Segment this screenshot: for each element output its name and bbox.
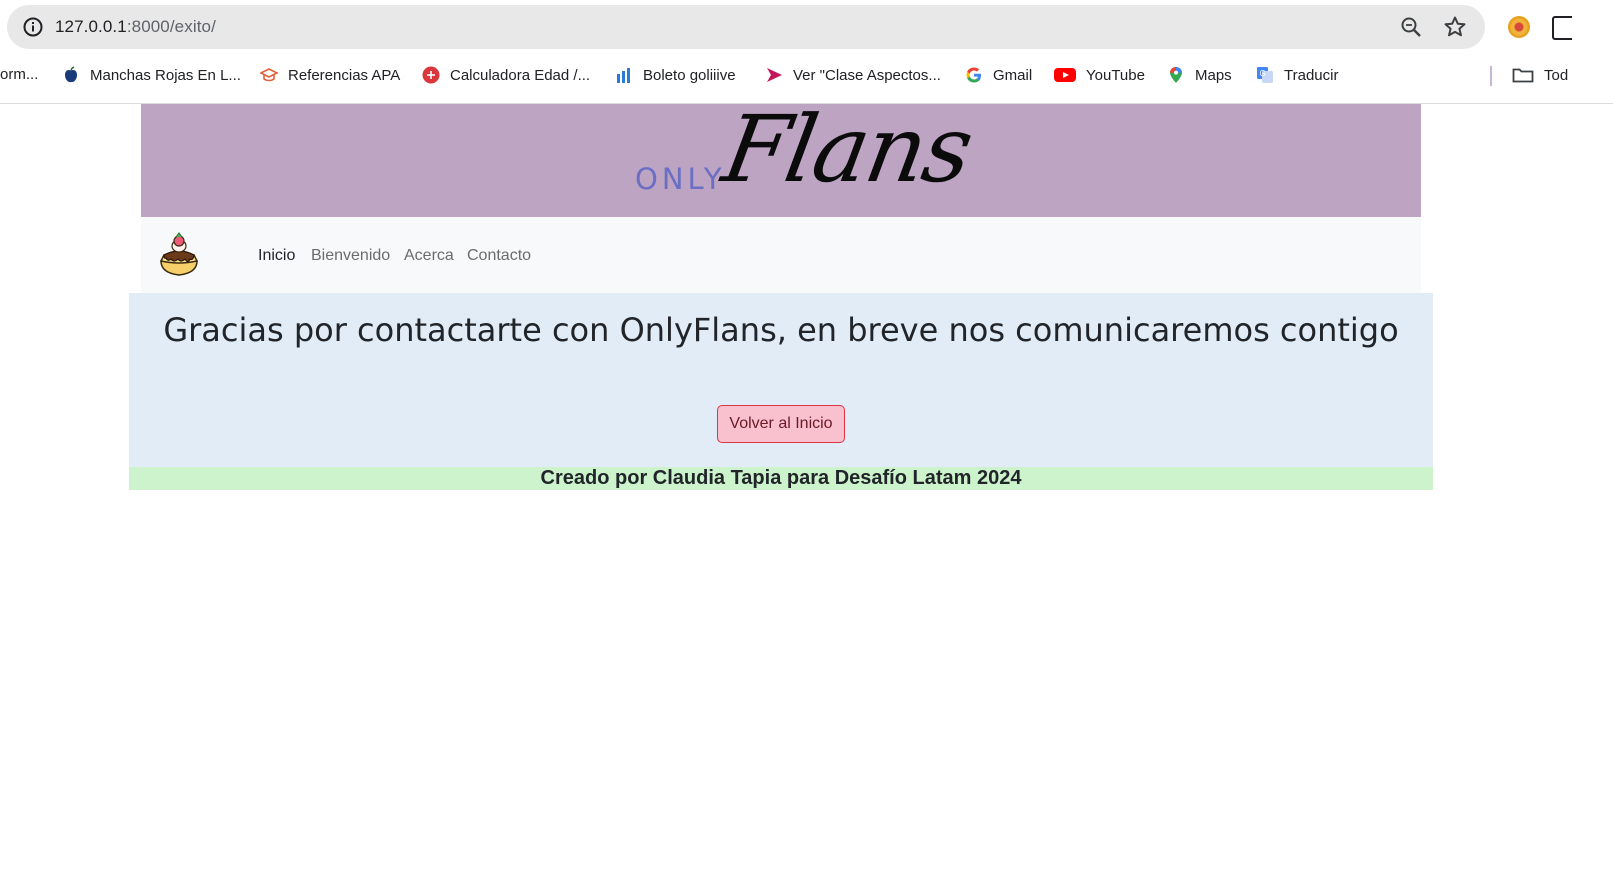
bookmark-item[interactable]: orm... xyxy=(0,66,38,83)
nav-link-bienvenido[interactable]: Bienvenido xyxy=(311,247,390,265)
bookmark-item[interactable]: Boleto goliiive xyxy=(615,66,736,84)
maps-icon xyxy=(1170,67,1182,83)
google-icon xyxy=(966,67,981,83)
bookmark-item[interactable]: Maps xyxy=(1167,66,1232,84)
address-bar[interactable]: 127.0.0.1:8000/exito/ xyxy=(7,5,1485,49)
bookmark-item[interactable]: Manchas Rojas En L... xyxy=(62,66,241,84)
success-message: Gracias por contactarte con OnlyFlans, e… xyxy=(163,311,1399,349)
play-icon xyxy=(767,68,782,82)
bookmark-label: Calculadora Edad /... xyxy=(450,66,591,84)
bookmarks-separator xyxy=(1490,66,1492,86)
bookmark-label: Traducir xyxy=(1284,66,1339,84)
bookmark-item[interactable]: Calculadora Edad /... xyxy=(422,66,590,84)
bookmark-label: Maps xyxy=(1195,66,1232,84)
bookmark-label: YouTube xyxy=(1086,66,1145,84)
calculator-icon xyxy=(422,66,440,84)
logo-flans-text: Flans xyxy=(715,96,980,203)
star-icon[interactable] xyxy=(1443,15,1467,39)
info-icon[interactable] xyxy=(23,17,43,37)
extension-icon[interactable] xyxy=(1508,16,1530,38)
bookmark-label: orm... xyxy=(0,66,39,83)
back-home-button[interactable]: Volver al Inicio xyxy=(717,405,845,443)
main-section: Gracias por contactarte con OnlyFlans, e… xyxy=(129,293,1433,467)
bookmark-label: Tod xyxy=(1544,66,1569,84)
svg-text:G: G xyxy=(1260,69,1266,78)
nav-link-acerca[interactable]: Acerca xyxy=(404,247,454,265)
apple-icon xyxy=(65,66,77,83)
site-header: ONLY Flans xyxy=(141,96,1421,217)
url-host: 127.0.0.1 xyxy=(55,17,127,36)
bookmark-item[interactable]: Gmail xyxy=(965,66,1032,84)
bookmark-label: Boleto goliiive xyxy=(643,66,736,84)
bookmark-folder[interactable]: Tod xyxy=(1512,66,1568,84)
url-path: :8000/exito/ xyxy=(126,17,216,36)
extensions-puzzle-icon[interactable] xyxy=(1552,16,1572,40)
flan-icon[interactable] xyxy=(155,231,203,279)
translate-icon: G xyxy=(1257,67,1273,83)
bookmark-label: Gmail xyxy=(993,66,1033,84)
youtube-icon xyxy=(1054,68,1076,82)
bookmark-label: Manchas Rojas En L... xyxy=(90,66,241,84)
bookmark-item[interactable]: Referencias APA xyxy=(260,66,400,84)
bookmark-label: Referencias APA xyxy=(288,66,401,84)
zoom-icon[interactable] xyxy=(1400,16,1422,38)
bookmarks-bar: orm... Manchas Rojas En L... Referencias… xyxy=(0,58,1613,94)
url-text[interactable]: 127.0.0.1:8000/exito/ xyxy=(55,17,216,37)
bookmark-item[interactable]: G Traducir xyxy=(1256,66,1338,84)
site-footer: Creado por Claudia Tapia para Desafío La… xyxy=(129,467,1433,490)
bookmark-label: Ver "Clase Aspectos... xyxy=(793,66,941,84)
folder-icon xyxy=(1512,68,1534,83)
navbar: Inicio Bienvenido Acerca Contacto xyxy=(141,217,1421,293)
bars-icon xyxy=(617,68,630,83)
logo-only-text: ONLY xyxy=(635,162,726,196)
nav-link-contacto[interactable]: Contacto xyxy=(467,247,531,265)
nav-link-inicio[interactable]: Inicio xyxy=(258,247,295,265)
bookmark-item[interactable]: Ver "Clase Aspectos... xyxy=(765,66,941,84)
cap-icon xyxy=(260,68,278,82)
bookmark-item[interactable]: YouTube xyxy=(1054,66,1145,84)
